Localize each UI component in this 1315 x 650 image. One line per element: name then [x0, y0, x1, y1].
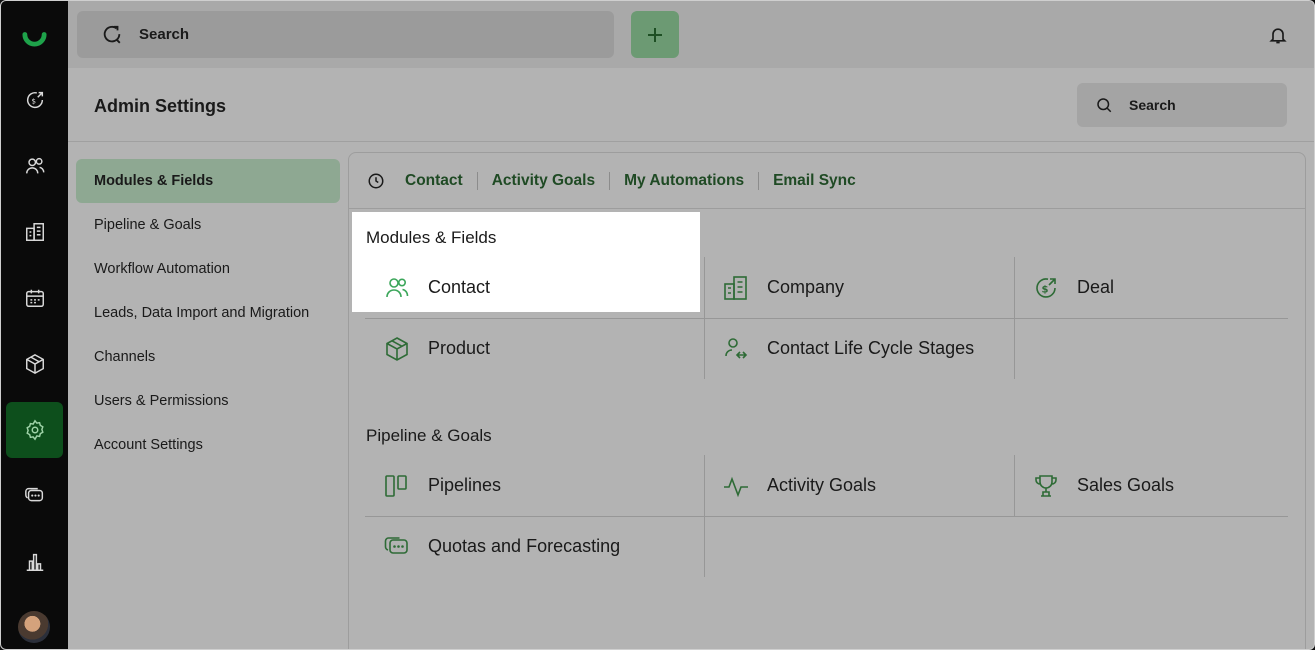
global-search-input[interactable]: Search: [77, 11, 614, 58]
recent-tab-activity-goals[interactable]: Activity Goals: [476, 171, 609, 190]
settings-nav: Modules & Fields Pipeline & Goals Workfl…: [76, 159, 340, 467]
deals-icon[interactable]: $: [6, 72, 63, 128]
search-icon: [1097, 98, 1112, 113]
reports-icon[interactable]: [6, 534, 63, 590]
page-title: Admin Settings: [94, 96, 227, 116]
module-company-label: Company: [767, 277, 845, 297]
pipelines-icon: [385, 474, 407, 497]
global-search-label: Search: [139, 26, 190, 43]
module-product-label: Product: [428, 338, 491, 358]
module-deal-label: Deal: [1077, 277, 1115, 297]
settings-icon[interactable]: [6, 402, 63, 458]
nav-item-workflow-automation[interactable]: Workflow Automation: [76, 247, 340, 291]
admin-header: Admin Settings Search: [68, 68, 1314, 142]
left-rail: $: [1, 1, 68, 649]
lifecycle-icon: [725, 337, 748, 359]
chat-icon[interactable]: [6, 468, 63, 524]
pipeline-sales-goals[interactable]: Sales Goals: [1033, 455, 1283, 516]
pipeline-activity-goals[interactable]: Activity Goals: [723, 455, 1013, 516]
trophy-icon: [1035, 474, 1057, 497]
app-window: $ Search Admin Settings Search Modules &…: [0, 0, 1315, 650]
activity-icon: [724, 476, 748, 497]
bell-icon[interactable]: [1268, 24, 1288, 46]
clock-icon: [368, 173, 384, 188]
pipeline-quotas-forecasting[interactable]: Quotas and Forecasting: [384, 516, 694, 577]
companies-icon[interactable]: [6, 204, 63, 260]
calendar-icon[interactable]: [6, 270, 63, 326]
section-title-modules: Modules & Fields: [366, 228, 497, 247]
contacts-icon[interactable]: [6, 138, 63, 194]
section-title-pipeline: Pipeline & Goals: [366, 426, 492, 445]
nav-item-modules-fields[interactable]: Modules & Fields: [76, 159, 340, 203]
nav-item-channels[interactable]: Channels: [76, 335, 340, 379]
product-icon: [386, 336, 408, 361]
nav-item-account-settings[interactable]: Account Settings: [76, 423, 340, 467]
recent-tab-contact[interactable]: Contact: [405, 172, 477, 190]
divider: [1014, 455, 1015, 516]
add-button[interactable]: [631, 11, 679, 58]
logo-icon[interactable]: [21, 21, 48, 48]
nav-item-leads-import[interactable]: Leads, Data Import and Migration: [76, 291, 340, 335]
products-icon[interactable]: [6, 336, 63, 392]
recent-tab-my-automations[interactable]: My Automations: [609, 171, 758, 190]
pipeline-quotas-forecasting-label: Quotas and Forecasting: [428, 536, 621, 556]
admin-search-label: Search: [1129, 97, 1176, 113]
module-company[interactable]: Company: [723, 257, 1013, 318]
nav-item-users-permissions[interactable]: Users & Permissions: [76, 379, 340, 423]
company-icon: [724, 275, 747, 300]
module-contact-lifecycle[interactable]: Contact Life Cycle Stages: [723, 318, 1013, 379]
pipeline-pipelines-label: Pipelines: [428, 475, 502, 495]
admin-search-input[interactable]: Search: [1077, 83, 1287, 127]
avatar[interactable]: [18, 611, 50, 643]
search-icon: [103, 25, 121, 43]
module-contact-lifecycle-label: Contact Life Cycle Stages: [767, 338, 975, 358]
pipeline-sales-goals-label: Sales Goals: [1077, 475, 1175, 495]
module-product[interactable]: Product: [384, 318, 694, 379]
module-contact[interactable]: Contact: [384, 257, 694, 318]
top-bar: Search: [68, 1, 1314, 68]
chat-icon: [384, 536, 408, 554]
recent-tab-email-sync[interactable]: Email Sync: [758, 171, 870, 190]
contact-icon: [386, 277, 409, 297]
plus-icon: [648, 27, 662, 42]
module-contact-label: Contact: [428, 277, 491, 297]
svg-text:$: $: [1042, 284, 1049, 295]
deal-icon: $: [1036, 277, 1056, 298]
nav-item-pipeline-goals[interactable]: Pipeline & Goals: [76, 203, 340, 247]
recent-tabs: Contact Activity Goals My Automations Em…: [349, 153, 1305, 209]
pipeline-activity-goals-label: Activity Goals: [767, 475, 877, 495]
pipeline-pipelines[interactable]: Pipelines: [384, 455, 694, 516]
svg-text:$: $: [31, 97, 36, 106]
module-deal[interactable]: $ Deal: [1033, 257, 1283, 318]
